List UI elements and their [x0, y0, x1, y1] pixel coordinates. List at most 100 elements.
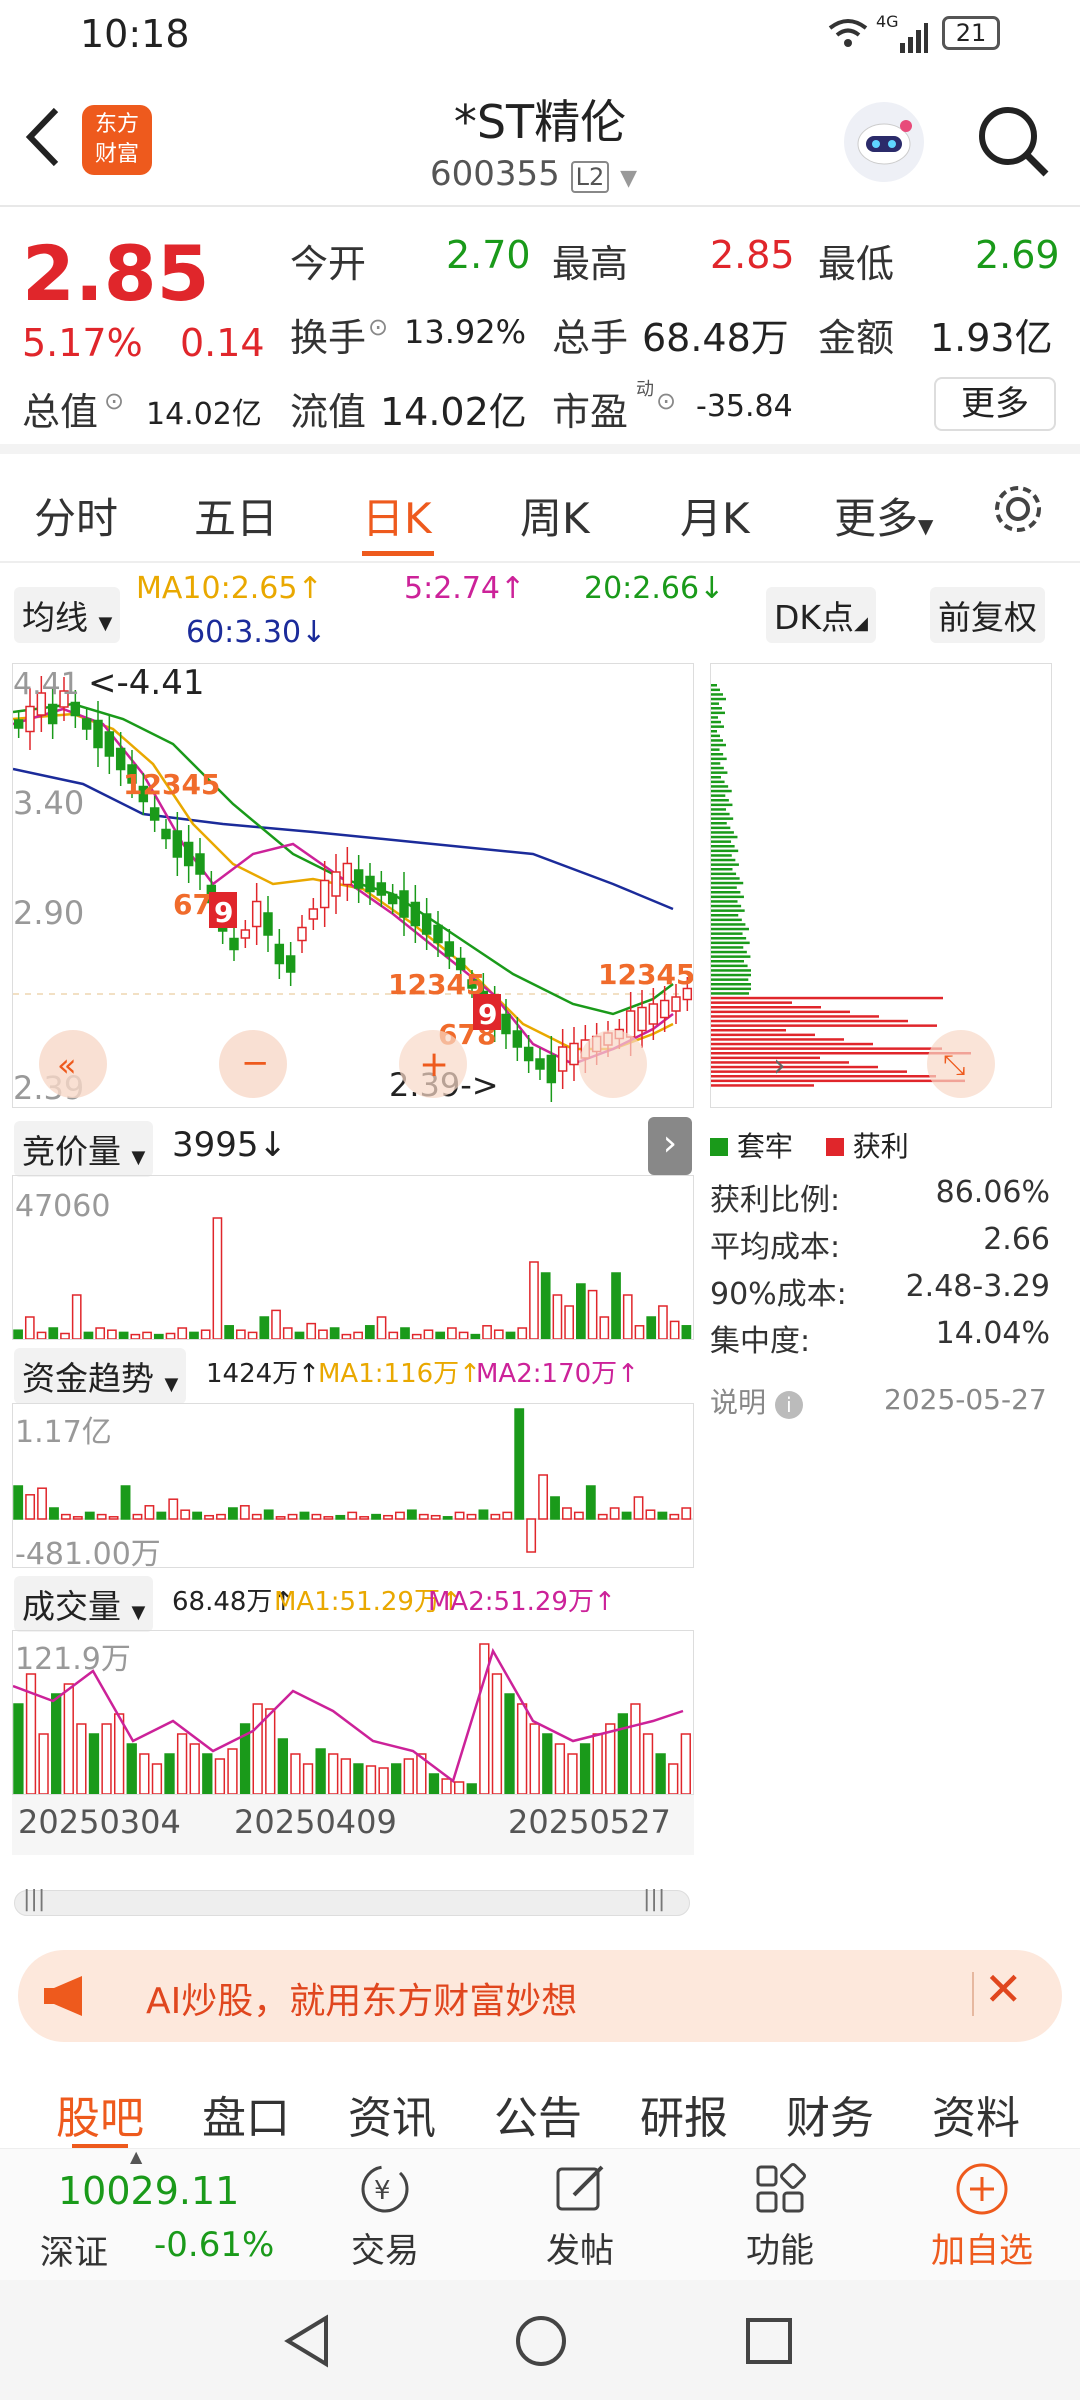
chevron-right-icon[interactable]: ›: [648, 1117, 692, 1175]
tab-news[interactable]: 资讯: [348, 2082, 436, 2146]
range-scrollbar[interactable]: ||| |||: [14, 1887, 690, 1916]
function-button[interactable]: 功能: [720, 2159, 840, 2272]
index-ticker[interactable]: ▲ 10029.11 深证 -0.61%: [24, 2147, 284, 2281]
quote-panel: 2.85 5.17% 0.14 今开 2.70 最高 2.85 最低 2.69 …: [0, 209, 1080, 454]
dk-point-select[interactable]: DK点◢: [766, 587, 876, 643]
info-icon[interactable]: ⊙: [368, 313, 388, 341]
tab-guba[interactable]: 股吧: [56, 2082, 144, 2146]
volume-bar: [329, 1327, 340, 1340]
tab-monthly-k[interactable]: 月K: [680, 485, 750, 546]
assistant-avatar[interactable]: [844, 102, 924, 182]
stock-name: *ST精伦: [453, 95, 627, 149]
info-icon[interactable]: ⊙: [104, 387, 124, 415]
scroll-right-button[interactable]: [579, 1030, 647, 1098]
chip-bar: [711, 960, 744, 963]
volume-select[interactable]: 成交量 ▼: [14, 1576, 154, 1632]
nav-recents-icon[interactable]: [744, 2316, 794, 2370]
candlestick-panel[interactable]: 4.41 <-4.41 3.40 2.90 2.39 2.39-> 12345 …: [12, 663, 734, 1108]
fund-trend-select[interactable]: 资金趋势 ▼: [14, 1348, 187, 1404]
tab-announcements[interactable]: 公告: [494, 2082, 582, 2146]
trade-label: 交易: [351, 2231, 419, 2271]
level2-badge[interactable]: L2: [570, 161, 610, 193]
turnover-value: 13.92%: [404, 313, 527, 351]
volume-bar: [328, 1753, 339, 1795]
y-axis-label-3: 2.90: [13, 894, 84, 932]
chip-bar: [711, 826, 731, 830]
volume-bar: [621, 1511, 632, 1520]
chip-bar: [711, 743, 726, 747]
legend-trap-swatch: [710, 1138, 728, 1156]
volume-bar: [318, 1329, 328, 1340]
tab-research[interactable]: 研报: [640, 2082, 728, 2146]
tab-financials[interactable]: 财务: [786, 2082, 874, 2146]
chip-note[interactable]: 说明 i: [710, 1381, 803, 1421]
fq-select[interactable]: 前复权: [930, 587, 1045, 643]
tab-more[interactable]: 更多▼: [834, 485, 933, 546]
ma-select[interactable]: 均线 ▼: [14, 587, 121, 643]
chip-bar: [711, 1042, 873, 1046]
candle-body: [648, 1003, 659, 1025]
chip-bar: [711, 1033, 815, 1037]
ai-banner[interactable]: AI炒股，就用东方财富妙想 ✕: [18, 1950, 1062, 2042]
volume-bar: [599, 1316, 610, 1340]
volume-bar: [189, 1743, 200, 1795]
volume-bar: [113, 1713, 125, 1795]
trade-button[interactable]: ¥ 交易: [330, 2159, 440, 2272]
back-icon[interactable]: [20, 102, 64, 176]
gear-icon[interactable]: [990, 481, 1046, 547]
chevron-down-icon[interactable]: ▼: [620, 166, 637, 191]
close-icon[interactable]: ✕: [984, 1962, 1023, 2016]
pe-sup: 动: [636, 379, 654, 400]
tab-five-day[interactable]: 五日: [194, 485, 278, 546]
candle-body: [376, 882, 387, 896]
bid-volume-select[interactable]: 竞价量 ▼: [14, 1121, 154, 1177]
volume-max-label: 121.9万: [15, 1642, 131, 1677]
tab-daily-k[interactable]: 日K: [362, 485, 432, 546]
tab-pankou[interactable]: 盘口: [202, 2082, 290, 2146]
volume-bar: [403, 1758, 414, 1795]
chip-bar: [711, 858, 736, 862]
candle-body: [149, 807, 160, 821]
volume-bar: [60, 1332, 70, 1340]
more-button[interactable]: 更多: [934, 377, 1056, 431]
chip-bar: [711, 739, 723, 742]
chip-distribution-panel[interactable]: ⤡ ›: [710, 663, 1052, 1108]
volume-bar: [37, 1487, 47, 1520]
volume-bar: [681, 1325, 692, 1340]
nav-back-icon[interactable]: [282, 2314, 332, 2372]
candle-body: [195, 853, 205, 875]
add-watchlist-label: 加自选: [931, 2231, 1033, 2271]
info-icon[interactable]: ⊙: [656, 387, 676, 415]
post-button[interactable]: 发帖: [520, 2159, 640, 2272]
chip-bar: [711, 1084, 814, 1087]
volume-bar: [306, 1322, 317, 1340]
volume-bar: [84, 1511, 95, 1520]
volume-bar: [395, 1511, 405, 1520]
info-icon: i: [774, 1391, 803, 1419]
legend-profit-swatch: [825, 1138, 844, 1156]
chip-stat-value: 2.66: [983, 1222, 1050, 1257]
volume-bar: [24, 1316, 35, 1340]
app-logo[interactable]: 东方 财富: [82, 105, 152, 175]
tab-minute[interactable]: 分时: [34, 485, 118, 546]
add-watchlist-button[interactable]: 加自选: [912, 2159, 1052, 2272]
chip-bar: [711, 766, 724, 770]
ma60-label: 60:3.30↓: [186, 615, 327, 650]
tab-profile[interactable]: 资料: [932, 2082, 1020, 2146]
search-icon[interactable]: [976, 104, 1052, 184]
volume-bar: [126, 1743, 137, 1795]
nav-home-icon[interactable]: [514, 2314, 568, 2372]
volume-bar: [529, 1723, 540, 1795]
chip-bar: [711, 720, 721, 724]
volume-bar: [251, 1513, 262, 1520]
left-handle[interactable]: |||: [23, 1887, 45, 1912]
chip-bar: [711, 868, 733, 871]
candle-body: [172, 830, 183, 858]
chip-bar: [711, 1010, 850, 1014]
tab-weekly-k[interactable]: 周K: [520, 485, 590, 546]
chip-bar: [711, 992, 750, 995]
caret-down-icon: ▼: [918, 514, 934, 538]
seq-marker: 1234567: [598, 958, 693, 991]
caret-down-icon: ▼: [131, 1147, 146, 1168]
right-handle[interactable]: |||: [643, 1887, 665, 1912]
